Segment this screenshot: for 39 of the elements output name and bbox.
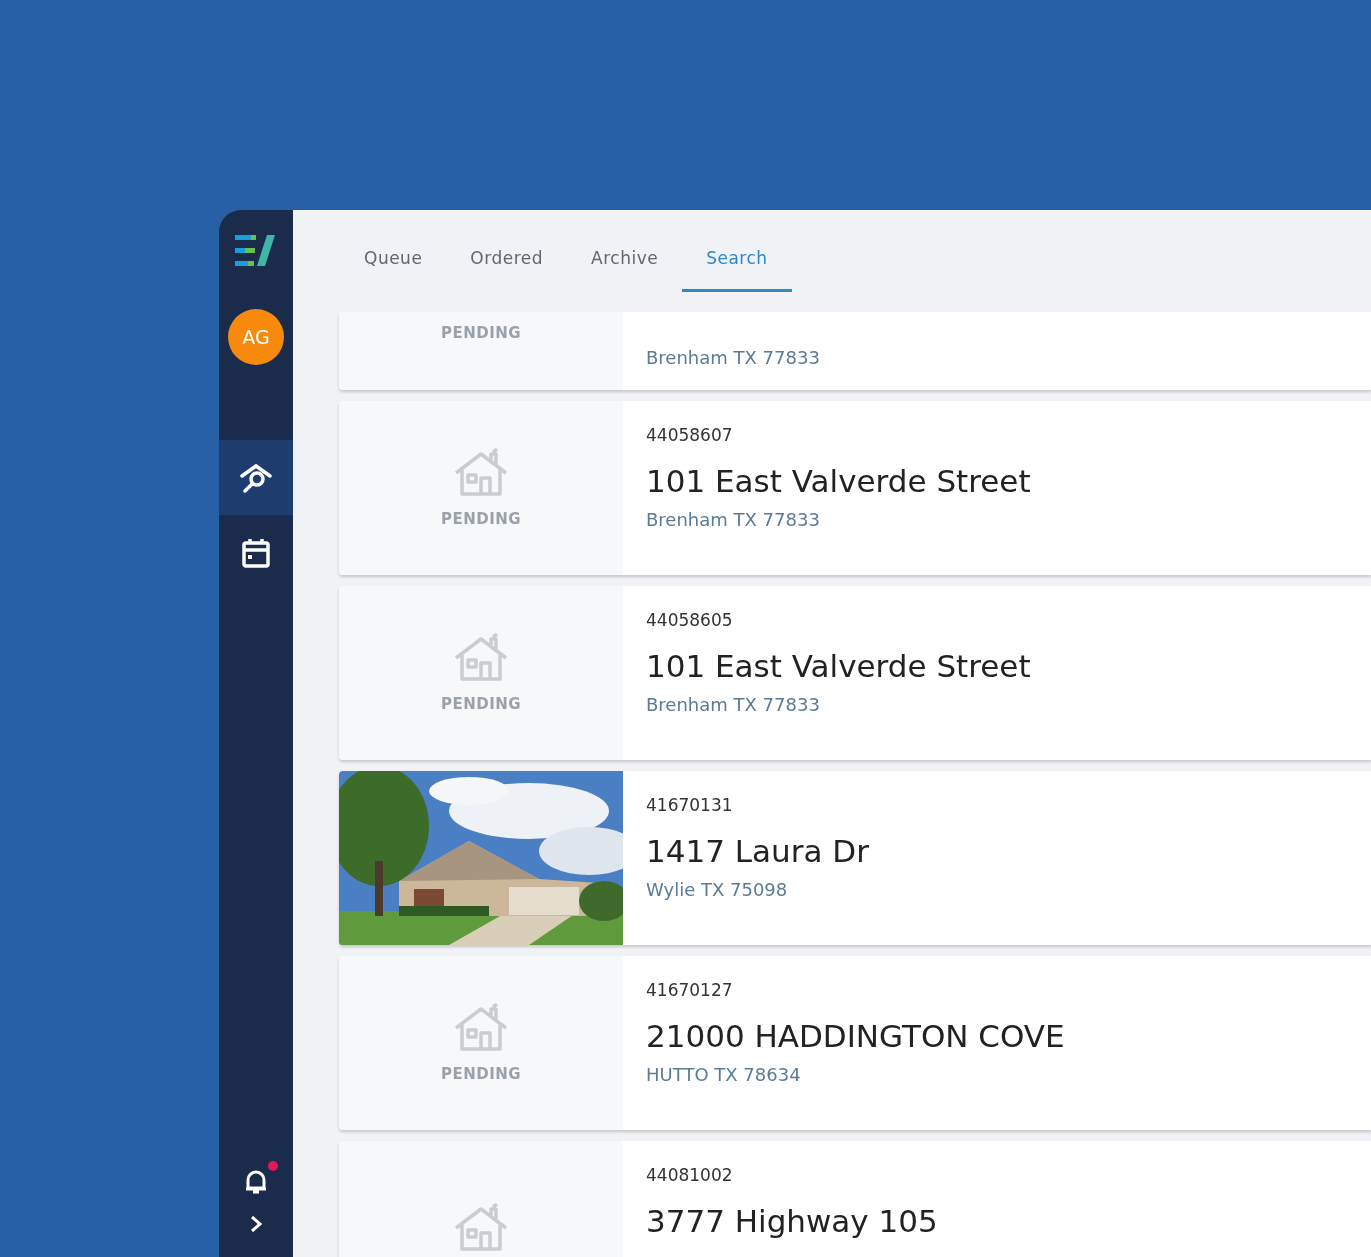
- property-address: 3777 Highway 105: [646, 1203, 938, 1239]
- logo: [235, 234, 277, 268]
- city-line: HUTTO TX 78634: [646, 1064, 801, 1085]
- city-line: Wylie TX 75098: [646, 879, 788, 900]
- property-address: 1417 Laura Dr: [646, 833, 869, 869]
- status-label: PENDING: [440, 695, 522, 713]
- status-label: PENDING: [440, 1065, 522, 1083]
- nav-item[interactable]: [219, 440, 293, 515]
- city-line: Brenham TX 77833: [646, 347, 820, 368]
- order-number: 44081002: [646, 1165, 733, 1185]
- status-label: PENDING: [440, 510, 522, 528]
- tab[interactable]: Ordered: [446, 210, 568, 292]
- chevron-right-icon: [249, 1215, 263, 1233]
- property-card[interactable]: PENDING Brenham TX 77833: [339, 312, 1371, 390]
- property-card[interactable]: 41670131 1417 Laura Dr Wylie TX 75098: [339, 771, 1371, 945]
- property-address: 101 East Valverde Street: [646, 463, 1031, 499]
- house-icon: [453, 448, 509, 498]
- property-address: 101 East Valverde Street: [646, 648, 1031, 684]
- house-icon: [453, 1003, 509, 1053]
- order-number: 44058605: [646, 610, 733, 630]
- bell-icon: [244, 1169, 268, 1195]
- tab[interactable]: Archive: [567, 210, 683, 292]
- tab[interactable]: Queue: [340, 210, 447, 292]
- house-icon: [453, 633, 509, 683]
- property-card[interactable]: PENDING 41670127 21000 HADDINGTON COVE HUTTO TX 78634: [339, 956, 1371, 1130]
- property-address: 21000 HADDINGTON COVE: [646, 1018, 1065, 1054]
- property-card[interactable]: 44081002 3777 Highway 105: [339, 1141, 1371, 1257]
- calendar-icon: [242, 537, 270, 568]
- house-search-icon: [239, 462, 273, 493]
- order-number: 41670131: [646, 795, 733, 815]
- order-number: 41670127: [646, 980, 733, 1000]
- tab[interactable]: Search: [682, 210, 792, 292]
- house-icon: [453, 1203, 509, 1253]
- property-card[interactable]: PENDING 44058605 101 East Valverde Street Brenham TX 77833: [339, 586, 1371, 760]
- order-number: 44058607: [646, 425, 733, 445]
- city-line: Brenham TX 77833: [646, 694, 820, 715]
- city-line: Brenham TX 77833: [646, 509, 820, 530]
- status-label: PENDING: [440, 324, 522, 342]
- property-card[interactable]: PENDING 44058607 101 East Valverde Street Brenham TX 77833: [339, 401, 1371, 575]
